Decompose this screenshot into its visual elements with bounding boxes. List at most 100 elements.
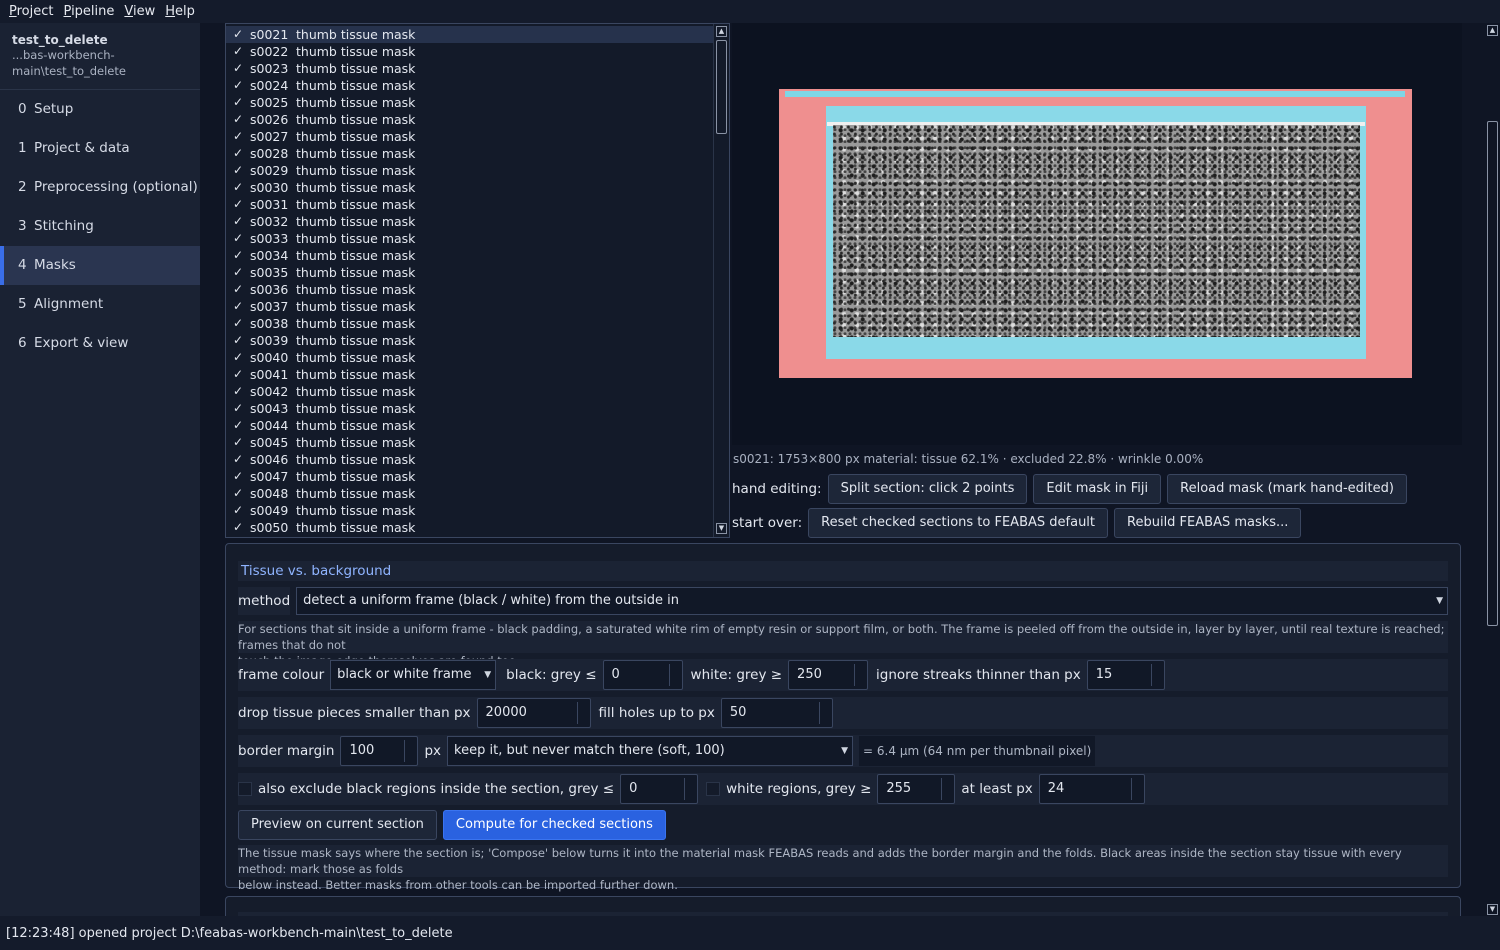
list-item[interactable]: ✓ s0024 thumb tissue mask bbox=[226, 77, 713, 94]
checkmark-icon[interactable]: ✓ bbox=[226, 281, 250, 298]
list-item[interactable]: ✓ s0046 thumb tissue mask bbox=[226, 451, 713, 468]
mask-preview[interactable] bbox=[732, 23, 1462, 445]
preview-current-button[interactable]: Preview on current section bbox=[238, 810, 437, 840]
list-item[interactable]: ✓ s0025 thumb tissue mask bbox=[226, 94, 713, 111]
border-margin-input[interactable]: 100 bbox=[340, 736, 419, 766]
list-item[interactable]: ✓ s0047 thumb tissue mask bbox=[226, 468, 713, 485]
scroll-up-icon[interactable]: ▲ bbox=[716, 26, 727, 37]
rebuild-masks-button[interactable]: Rebuild FEABAS masks... bbox=[1114, 508, 1302, 538]
checkmark-icon[interactable]: ✓ bbox=[226, 247, 250, 264]
list-item[interactable]: ✓ s0023 thumb tissue mask bbox=[226, 60, 713, 77]
reset-sections-button[interactable]: Reset checked sections to FEABAS default bbox=[808, 508, 1109, 538]
sidebar-item-export-view[interactable]: 6 Export & view bbox=[0, 324, 200, 363]
checkmark-icon[interactable]: ✓ bbox=[226, 315, 250, 332]
checkmark-icon[interactable]: ✓ bbox=[226, 60, 250, 77]
checkmark-icon[interactable]: ✓ bbox=[226, 434, 250, 451]
white-grey-input[interactable]: 250 bbox=[788, 660, 869, 690]
reload-mask-button[interactable]: Reload mask (mark hand-edited) bbox=[1167, 474, 1407, 504]
streaks-input[interactable]: 15 bbox=[1086, 660, 1165, 690]
checkmark-icon[interactable]: ✓ bbox=[226, 179, 250, 196]
black-grey-input[interactable]: 0 bbox=[602, 660, 683, 690]
list-item[interactable]: ✓ s0040 thumb tissue mask bbox=[226, 349, 713, 366]
sidebar-item-project-data[interactable]: 1 Project & data bbox=[0, 129, 200, 168]
scroll-thumb[interactable] bbox=[716, 40, 727, 134]
list-item[interactable]: ✓ s0050 thumb tissue mask bbox=[226, 519, 713, 536]
menu-project[interactable]: Project bbox=[4, 0, 59, 23]
list-item[interactable]: ✓ s0032 thumb tissue mask bbox=[226, 213, 713, 230]
at-least-input[interactable]: 24 bbox=[1038, 774, 1145, 804]
list-item[interactable]: ✓ s0036 thumb tissue mask bbox=[226, 281, 713, 298]
checkmark-icon[interactable]: ✓ bbox=[226, 145, 250, 162]
checkmark-icon[interactable]: ✓ bbox=[226, 502, 250, 519]
scroll-up-icon[interactable]: ▲ bbox=[1487, 25, 1498, 36]
checkmark-icon[interactable]: ✓ bbox=[226, 451, 250, 468]
checkmark-icon[interactable]: ✓ bbox=[226, 366, 250, 383]
list-item[interactable]: ✓ s0049 thumb tissue mask bbox=[226, 502, 713, 519]
list-item[interactable]: ✓ s0043 thumb tissue mask bbox=[226, 400, 713, 417]
checkmark-icon[interactable]: ✓ bbox=[226, 77, 250, 94]
list-item[interactable]: ✓ s0041 thumb tissue mask bbox=[226, 366, 713, 383]
checkmark-icon[interactable]: ✓ bbox=[226, 26, 250, 43]
checkmark-icon[interactable]: ✓ bbox=[226, 468, 250, 485]
list-item[interactable]: ✓ s0031 thumb tissue mask bbox=[226, 196, 713, 213]
checkmark-icon[interactable]: ✓ bbox=[226, 128, 250, 145]
method-select[interactable]: detect a uniform frame (black / white) f… bbox=[296, 587, 1448, 615]
section-list-scrollbar[interactable]: ▲ ▼ bbox=[713, 24, 729, 537]
exclude-black-input[interactable]: 0 bbox=[620, 774, 699, 804]
split-section-button[interactable]: Split section: click 2 points bbox=[827, 474, 1028, 504]
checkmark-icon[interactable]: ✓ bbox=[226, 43, 250, 60]
sidebar-item-setup[interactable]: 0 Setup bbox=[0, 90, 200, 129]
menu-pipeline[interactable]: Pipeline bbox=[59, 0, 120, 23]
menu-help[interactable]: Help bbox=[160, 0, 200, 23]
frame-colour-select[interactable]: black or white frame ▼ bbox=[330, 660, 497, 690]
list-item[interactable]: ✓ s0022 thumb tissue mask bbox=[226, 43, 713, 60]
checkmark-icon[interactable]: ✓ bbox=[226, 298, 250, 315]
sidebar-item-stitching[interactable]: 3 Stitching bbox=[0, 207, 200, 246]
list-item[interactable]: ✓ s0042 thumb tissue mask bbox=[226, 383, 713, 400]
scroll-thumb[interactable] bbox=[1487, 121, 1498, 626]
list-item[interactable]: ✓ s0021 thumb tissue mask bbox=[226, 26, 713, 43]
list-item[interactable]: ✓ s0045 thumb tissue mask bbox=[226, 434, 713, 451]
list-item[interactable]: ✓ s0034 thumb tissue mask bbox=[226, 247, 713, 264]
list-item[interactable]: ✓ s0026 thumb tissue mask bbox=[226, 111, 713, 128]
checkmark-icon[interactable]: ✓ bbox=[226, 230, 250, 247]
checkmark-icon[interactable]: ✓ bbox=[226, 332, 250, 349]
menu-view[interactable]: View bbox=[119, 0, 160, 23]
checkmark-icon[interactable]: ✓ bbox=[226, 485, 250, 502]
checkmark-icon[interactable]: ✓ bbox=[226, 417, 250, 434]
list-item[interactable]: ✓ s0038 thumb tissue mask bbox=[226, 315, 713, 332]
compute-checked-button[interactable]: Compute for checked sections bbox=[442, 810, 666, 840]
section-list[interactable]: ✓ s0021 thumb tissue mask ✓ s0022 thumb tissu… bbox=[225, 23, 730, 538]
scroll-down-icon[interactable]: ▼ bbox=[716, 523, 727, 534]
list-item[interactable]: ✓ s0028 thumb tissue mask bbox=[226, 145, 713, 162]
checkmark-icon[interactable]: ✓ bbox=[226, 111, 250, 128]
checkmark-icon[interactable]: ✓ bbox=[226, 519, 250, 536]
sidebar-item-alignment[interactable]: 5 Alignment bbox=[0, 285, 200, 324]
list-item[interactable]: ✓ s0039 thumb tissue mask bbox=[226, 332, 713, 349]
list-item[interactable]: ✓ s0029 thumb tissue mask bbox=[226, 162, 713, 179]
checkmark-icon[interactable]: ✓ bbox=[226, 383, 250, 400]
fill-holes-input[interactable]: 50 bbox=[720, 698, 833, 728]
checkmark-icon[interactable]: ✓ bbox=[226, 162, 250, 179]
list-item[interactable]: ✓ s0037 thumb tissue mask bbox=[226, 298, 713, 315]
list-item[interactable]: ✓ s0027 thumb tissue mask bbox=[226, 128, 713, 145]
exclude-black-checkbox[interactable] bbox=[238, 782, 252, 796]
list-item[interactable]: ✓ s0033 thumb tissue mask bbox=[226, 230, 713, 247]
main-scrollbar[interactable]: ▲ ▼ bbox=[1484, 23, 1500, 916]
list-item[interactable]: ✓ s0048 thumb tissue mask bbox=[226, 485, 713, 502]
white-regions-input[interactable]: 255 bbox=[877, 774, 956, 804]
edit-mask-fiji-button[interactable]: Edit mask in Fiji bbox=[1033, 474, 1162, 504]
exclude-white-checkbox[interactable] bbox=[706, 782, 721, 796]
sidebar-item-preprocessing[interactable]: 2 Preprocessing (optional) bbox=[0, 168, 200, 207]
list-item[interactable]: ✓ s0044 thumb tissue mask bbox=[226, 417, 713, 434]
scroll-down-icon[interactable]: ▼ bbox=[1487, 904, 1498, 915]
list-item[interactable]: ✓ s0035 thumb tissue mask bbox=[226, 264, 713, 281]
checkmark-icon[interactable]: ✓ bbox=[226, 349, 250, 366]
border-mode-select[interactable]: keep it, but never match there (soft, 10… bbox=[447, 736, 854, 766]
list-item[interactable]: ✓ s0030 thumb tissue mask bbox=[226, 179, 713, 196]
checkmark-icon[interactable]: ✓ bbox=[226, 196, 250, 213]
drop-pieces-input[interactable]: 20000 bbox=[476, 698, 591, 728]
sidebar-item-masks[interactable]: 4 Masks bbox=[0, 246, 200, 285]
checkmark-icon[interactable]: ✓ bbox=[226, 264, 250, 281]
checkmark-icon[interactable]: ✓ bbox=[226, 94, 250, 111]
